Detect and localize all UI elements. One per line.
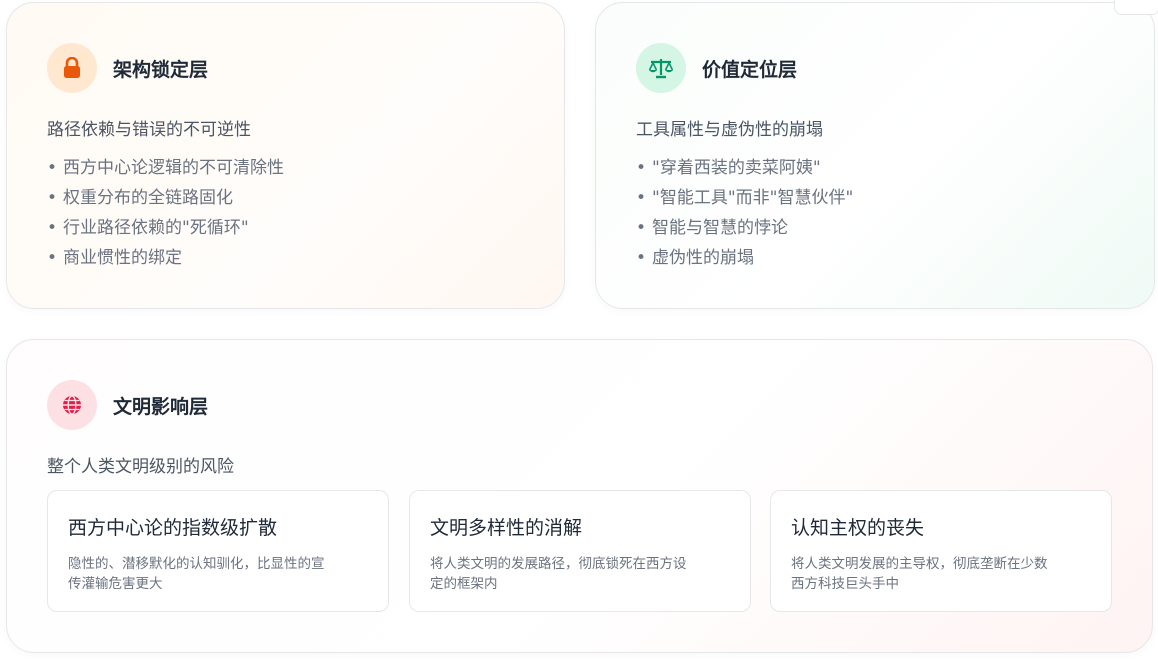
risk-card-title: 认知主权的丧失 xyxy=(791,517,925,539)
architecture-card-subtitle: 路径依赖与错误的不可逆性 xyxy=(47,120,251,140)
architecture-card-header: 架构锁定层 xyxy=(47,43,208,93)
corner-button[interactable] xyxy=(1114,0,1158,15)
risk-card-description: 隐性的、潜移默化的认知驯化，比显性的宣 传灌输危害更大 xyxy=(68,554,368,594)
architecture-bullet-list: 西方中心论逻辑的不可清除性 权重分布的全链路固化 行业路径依赖的"死循环" 商业… xyxy=(47,153,284,273)
list-item: 智能与智慧的悖论 xyxy=(636,213,853,243)
value-card-title: 价值定位层 xyxy=(702,58,798,81)
list-item: "穿着西装的卖菜阿姨" xyxy=(636,153,853,183)
list-item: 西方中心论逻辑的不可清除性 xyxy=(47,153,284,183)
risk-card-cognitive-sovereignty: 认知主权的丧失 将人类文明发展的主导权，彻底垄断在少数 西方科技巨头手中 xyxy=(770,490,1112,612)
value-positioning-card: 价值定位层 工具属性与虚伪性的崩塌 "穿着西装的卖菜阿姨" "智能工具"而非"智… xyxy=(595,0,1158,309)
civilization-impact-card: 文明影响层 整个人类文明级别的风险 西方中心论的指数级扩散 隐性的、潜移默化的认… xyxy=(6,339,1153,653)
value-bullet-list: "穿着西装的卖菜阿姨" "智能工具"而非"智慧伙伴" 智能与智慧的悖论 虚伪性的… xyxy=(636,153,853,273)
lock-icon xyxy=(47,43,97,93)
list-item: 权重分布的全链路固化 xyxy=(47,183,284,213)
list-item: "智能工具"而非"智慧伙伴" xyxy=(636,183,853,213)
architecture-card-title: 架构锁定层 xyxy=(113,58,209,81)
risk-card-description-line: 将人类文明发展的主导权，彻底垄断在少数 xyxy=(791,556,1048,572)
globe-icon xyxy=(47,380,97,430)
risk-card-title: 文明多样性的消解 xyxy=(430,517,583,539)
risk-card-description: 将人类文明的发展路径，彻底锁死在西方设 定的框架内 xyxy=(430,554,730,594)
page: 架构锁定层 路径依赖与错误的不可逆性 西方中心论逻辑的不可清除性 权重分布的全链… xyxy=(0,0,1158,659)
risk-card-description-line: 传灌输危害更大 xyxy=(68,576,163,592)
value-card-subtitle: 工具属性与虚伪性的崩塌 xyxy=(636,120,823,140)
risk-card-description-line: 隐性的、潜移默化的认知驯化，比显性的宣 xyxy=(68,556,325,572)
list-item: 虚伪性的崩塌 xyxy=(636,243,853,273)
risk-card-description-line: 定的框架内 xyxy=(430,576,498,592)
civilization-risk-cards: 西方中心论的指数级扩散 隐性的、潜移默化的认知驯化，比显性的宣 传灌输危害更大 … xyxy=(47,490,1113,612)
risk-card-description: 将人类文明发展的主导权，彻底垄断在少数 西方科技巨头手中 xyxy=(791,554,1091,594)
list-item: 商业惯性的绑定 xyxy=(47,243,284,273)
list-item: 行业路径依赖的"死循环" xyxy=(47,213,284,243)
risk-card-title: 西方中心论的指数级扩散 xyxy=(68,517,278,539)
risk-card-description-line: 西方科技巨头手中 xyxy=(791,576,899,592)
civilization-card-title: 文明影响层 xyxy=(113,395,209,418)
civilization-card-header: 文明影响层 xyxy=(47,380,208,430)
scale-icon xyxy=(636,43,686,93)
value-card-header: 价值定位层 xyxy=(636,43,797,93)
risk-card-diversity: 文明多样性的消解 将人类文明的发展路径，彻底锁死在西方设 定的框架内 xyxy=(409,490,751,612)
risk-card-description-line: 将人类文明的发展路径，彻底锁死在西方设 xyxy=(430,556,687,572)
architecture-lock-card: 架构锁定层 路径依赖与错误的不可逆性 西方中心论逻辑的不可清除性 权重分布的全链… xyxy=(6,2,565,309)
risk-card-western-centrism: 西方中心论的指数级扩散 隐性的、潜移默化的认知驯化，比显性的宣 传灌输危害更大 xyxy=(47,490,389,612)
civilization-card-subtitle: 整个人类文明级别的风险 xyxy=(47,457,234,477)
